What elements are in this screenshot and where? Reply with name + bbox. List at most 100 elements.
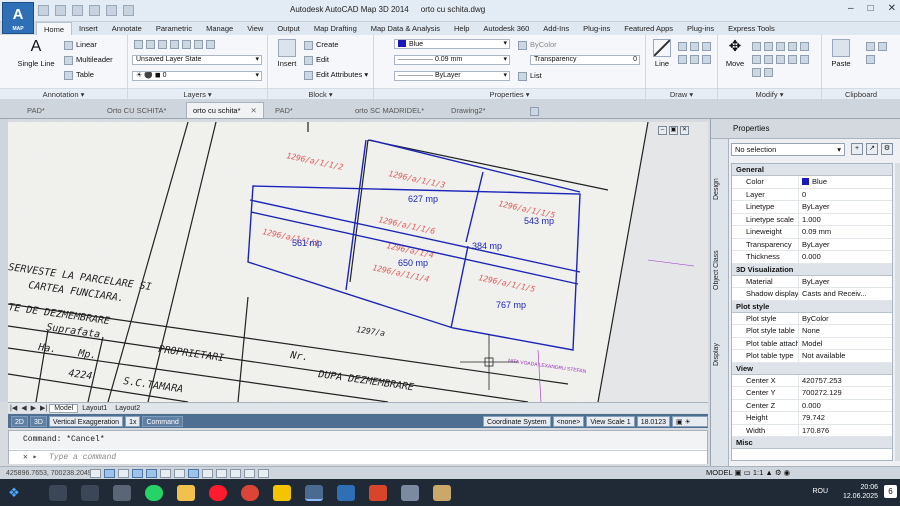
transparency-icon[interactable] bbox=[216, 468, 227, 478]
lineweight-dropdown[interactable]: ————— 0.09 mm ▾ bbox=[394, 55, 510, 65]
copy-clip-icon[interactable] bbox=[878, 41, 887, 51]
edit-block-button[interactable]: Edit bbox=[304, 55, 329, 65]
edit-attributes-button[interactable]: Edit Attributes ▾ bbox=[304, 70, 368, 80]
tab-plug-ins[interactable]: Plug-ins bbox=[576, 22, 617, 35]
erase-icon[interactable] bbox=[776, 41, 785, 51]
property-row[interactable]: Material ByLayer bbox=[732, 275, 892, 288]
system-clock[interactable]: 20:06 12.06.2025 bbox=[843, 483, 878, 501]
open-icon[interactable] bbox=[55, 5, 66, 16]
opera-icon[interactable] bbox=[209, 484, 227, 501]
properties-panel-title[interactable]: Properties ▾ bbox=[374, 88, 645, 99]
app-taskbar-icon[interactable] bbox=[401, 484, 419, 501]
rectangle-icon[interactable] bbox=[690, 41, 699, 51]
annotation-monitor-icon[interactable] bbox=[258, 468, 269, 478]
prev-layout-icon[interactable]: ◀ bbox=[19, 404, 28, 412]
app-taskbar-icon-2[interactable] bbox=[433, 484, 451, 501]
viewport-restore-icon[interactable]: ▣ bbox=[669, 126, 678, 135]
insert-block-button[interactable]: Insert bbox=[272, 39, 302, 68]
line-button[interactable]: Line bbox=[649, 39, 675, 68]
application-menu-button[interactable]: A MAP bbox=[2, 2, 34, 34]
annotation-panel-title[interactable]: Annotation ▾ bbox=[0, 88, 127, 99]
fillet-icon[interactable] bbox=[752, 54, 761, 64]
property-row[interactable]: Height 79.742 bbox=[732, 412, 892, 425]
join-icon[interactable] bbox=[764, 67, 773, 77]
tab-output[interactable]: Output bbox=[270, 22, 307, 35]
grid-icon[interactable] bbox=[104, 468, 115, 478]
list-button[interactable]: List bbox=[518, 71, 542, 81]
block-panel-title[interactable]: Block ▾ bbox=[268, 88, 373, 99]
side-tab-object-class[interactable]: Object Class bbox=[713, 235, 727, 305]
move-button[interactable]: ✥ Move bbox=[721, 39, 749, 69]
file-explorer-icon[interactable] bbox=[177, 484, 195, 501]
tab-view[interactable]: View bbox=[240, 22, 270, 35]
section-header[interactable]: View bbox=[732, 362, 892, 375]
sticky-notes-icon[interactable] bbox=[273, 484, 291, 501]
rotate-icon[interactable] bbox=[752, 41, 761, 51]
property-row[interactable]: Plot table attach...Model bbox=[732, 337, 892, 350]
tab-featured-apps[interactable]: Featured Apps bbox=[617, 22, 680, 35]
property-row[interactable]: Color Blue bbox=[732, 176, 892, 189]
minimize-icon[interactable]: – bbox=[848, 3, 854, 14]
ortho-icon[interactable] bbox=[118, 468, 129, 478]
lineweight-icon[interactable] bbox=[202, 468, 213, 478]
tab-home[interactable]: Home bbox=[36, 22, 73, 35]
save-icon[interactable] bbox=[72, 5, 83, 16]
view-3d-button[interactable]: 3D bbox=[29, 415, 47, 427]
trim-icon[interactable] bbox=[764, 41, 773, 51]
draw-panel-title[interactable]: Draw ▾ bbox=[646, 88, 717, 99]
command-input[interactable]: ✕ ▸ Type a command bbox=[9, 450, 707, 464]
quick-select-icon[interactable]: ⚙ bbox=[881, 143, 893, 155]
property-row[interactable]: Shadow display Casts and Receiv... bbox=[732, 288, 892, 301]
calculator-icon[interactable] bbox=[113, 484, 131, 501]
task-view-icon[interactable] bbox=[81, 484, 99, 501]
table-button[interactable]: Table bbox=[64, 70, 94, 80]
tab-express-tools[interactable]: Express Tools bbox=[721, 22, 782, 35]
language-indicator[interactable]: ROU bbox=[812, 488, 828, 495]
tab-parametric[interactable]: Parametric bbox=[149, 22, 199, 35]
maximize-icon[interactable]: □ bbox=[868, 3, 874, 14]
create-block-button[interactable]: Create bbox=[304, 40, 339, 50]
tab-map-drafting[interactable]: Map Drafting bbox=[307, 22, 364, 35]
linetype-dropdown[interactable]: ————— ByLayer ▾ bbox=[394, 71, 510, 81]
viewport-minimize-icon[interactable]: – bbox=[658, 126, 667, 135]
tab-annotate[interactable]: Annotate bbox=[105, 22, 149, 35]
select-objects-icon[interactable]: ↗ bbox=[866, 143, 878, 155]
tab-add-ins[interactable]: Add-Ins bbox=[536, 22, 576, 35]
single-line-text-button[interactable]: A Single Line bbox=[14, 39, 58, 69]
close-icon[interactable]: ✕ bbox=[888, 3, 896, 14]
section-header[interactable]: Plot style bbox=[732, 300, 892, 313]
autocad-map-taskbar-icon[interactable] bbox=[305, 484, 323, 501]
layer-freeze-icon[interactable] bbox=[158, 39, 167, 49]
new-icon[interactable] bbox=[38, 5, 49, 16]
transparency-slider[interactable]: Transparency 0 bbox=[530, 55, 640, 65]
ellipse-icon[interactable] bbox=[702, 54, 711, 64]
properties-scrollbar[interactable] bbox=[895, 163, 900, 461]
property-row[interactable]: Plot style ByColor bbox=[732, 312, 892, 325]
cut-icon[interactable] bbox=[866, 41, 875, 51]
layout-tab-layout2[interactable]: Layout2 bbox=[111, 405, 144, 412]
side-tab-design[interactable]: Design bbox=[713, 165, 727, 213]
color-dropdown[interactable]: Blue ▾ bbox=[394, 39, 510, 49]
layout-tab-layout1[interactable]: Layout1 bbox=[78, 405, 111, 412]
section-header[interactable]: Misc bbox=[732, 437, 892, 449]
color-bylayer-dropdown[interactable]: ByColor bbox=[518, 40, 557, 50]
viewport-close-icon[interactable]: ✕ bbox=[680, 126, 689, 135]
property-row[interactable]: Layer 0 bbox=[732, 188, 892, 201]
section-header[interactable]: General bbox=[732, 164, 892, 176]
layout-tab-model[interactable]: Model bbox=[49, 403, 79, 413]
layer-isolate-icon[interactable] bbox=[194, 39, 203, 49]
hatch-icon[interactable] bbox=[678, 54, 687, 64]
exaggeration-dropdown[interactable]: 1x bbox=[125, 415, 141, 427]
otrack-icon[interactable] bbox=[160, 468, 171, 478]
linear-dimension-button[interactable]: Linear bbox=[64, 40, 97, 50]
tab-map-data-analysis[interactable]: Map Data & Analysis bbox=[364, 22, 447, 35]
circle-icon[interactable] bbox=[702, 41, 711, 51]
offset-icon[interactable] bbox=[752, 67, 761, 77]
tab-manage[interactable]: Manage bbox=[199, 22, 240, 35]
mirror-icon[interactable] bbox=[800, 41, 809, 51]
section-header[interactable]: 3D Visualization bbox=[732, 263, 892, 276]
notifications-icon[interactable]: 6 bbox=[884, 485, 897, 498]
scale-icon[interactable] bbox=[788, 54, 797, 64]
windows-start-icon[interactable]: ❖ bbox=[4, 483, 24, 503]
chrome-icon[interactable] bbox=[241, 484, 259, 501]
